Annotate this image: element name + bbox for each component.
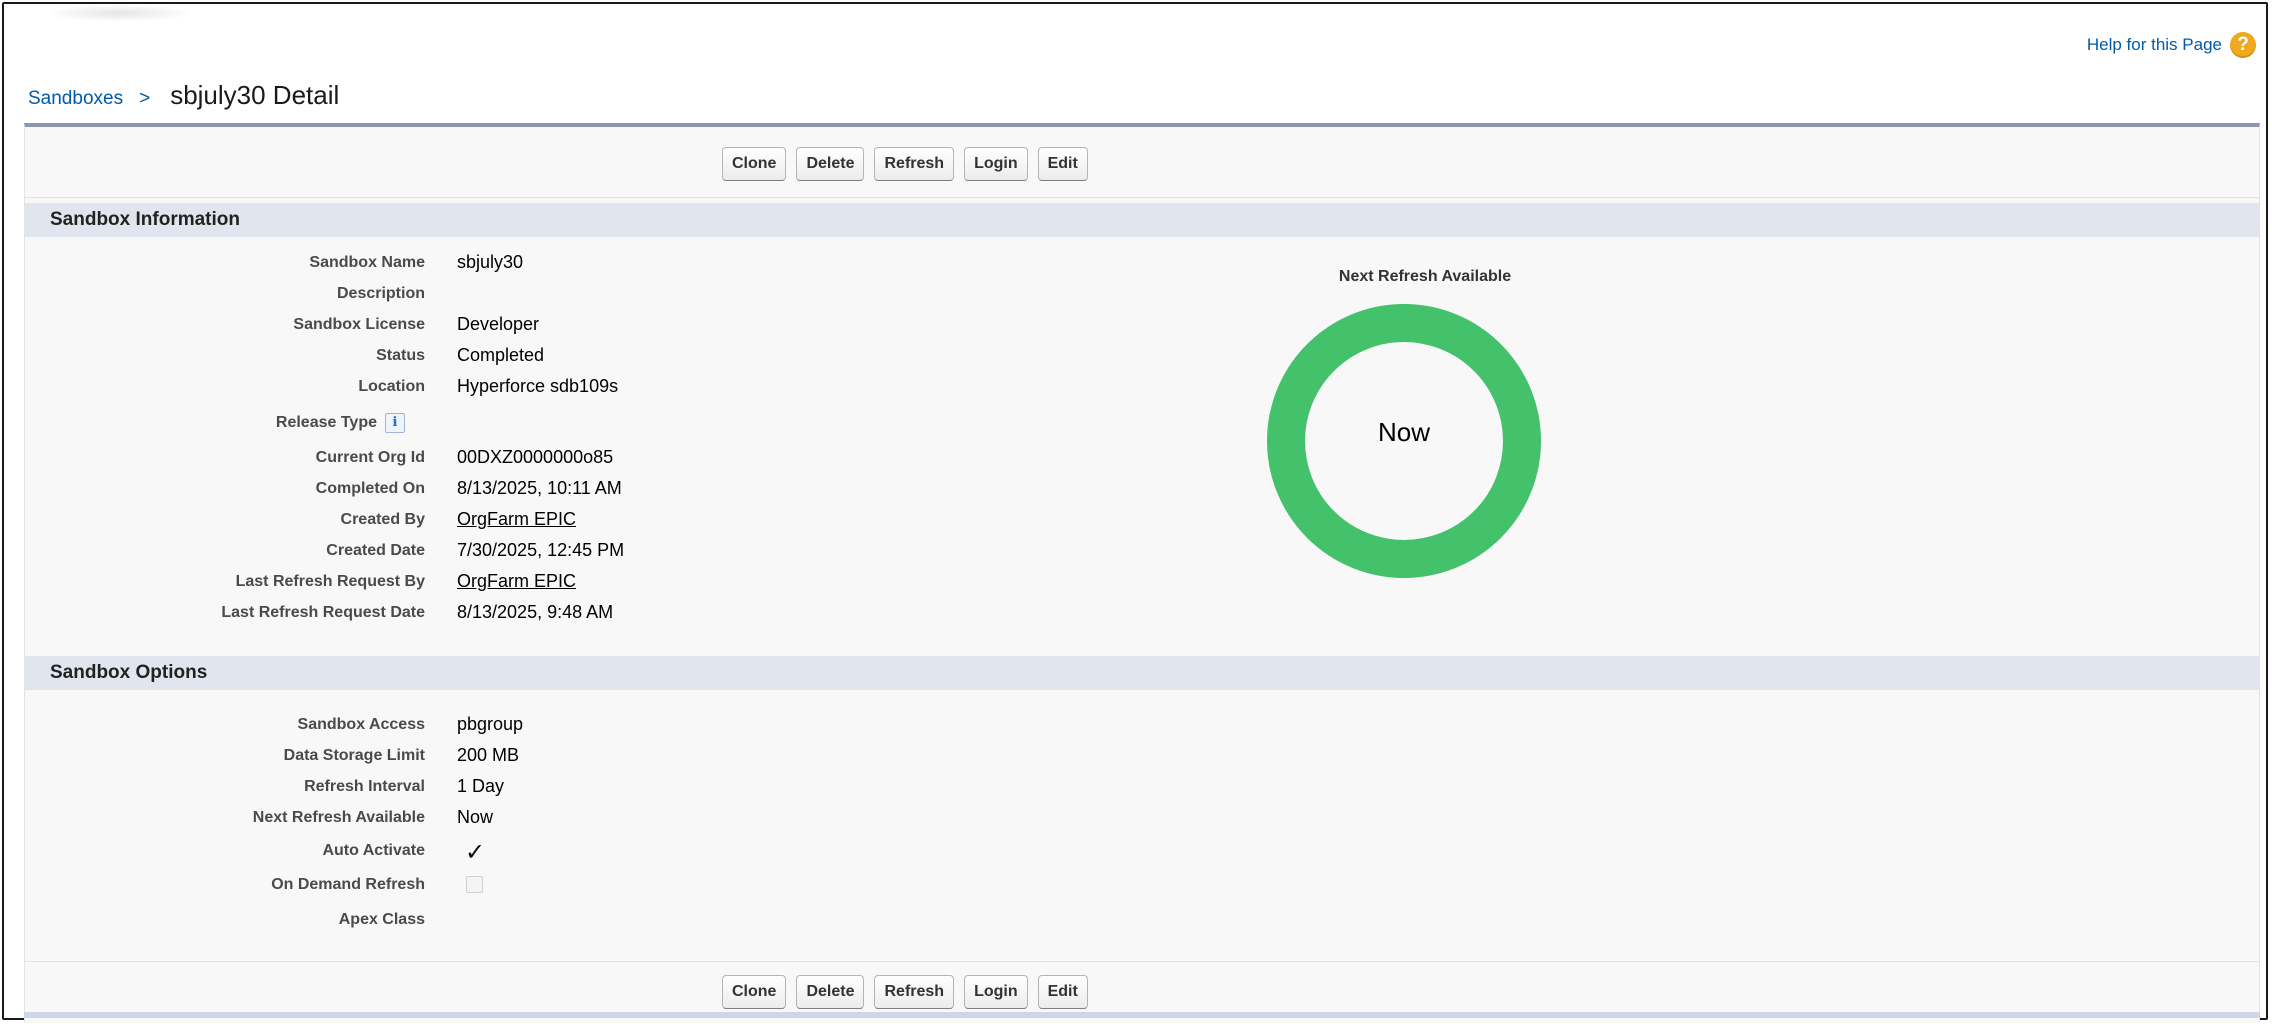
field-sandbox-access: Sandbox Access pbgroup	[25, 714, 925, 736]
field-label: On Demand Refresh	[271, 876, 425, 893]
clone-button[interactable]: Clone	[722, 975, 787, 1009]
login-button[interactable]: Login	[964, 147, 1028, 181]
breadcrumb-sandboxes-link[interactable]: Sandboxes	[28, 88, 123, 110]
refresh-button[interactable]: Refresh	[874, 975, 955, 1009]
field-label: Sandbox Name	[309, 254, 425, 271]
field-label: Description	[336, 285, 425, 302]
field-label: Next Refresh Available	[252, 809, 425, 826]
field-label: Status	[376, 347, 425, 364]
field-status: Status Completed	[25, 345, 925, 367]
breadcrumb-separator: >	[139, 88, 151, 109]
field-completed-on: Completed On 8/13/2025, 10:11 AM	[25, 478, 925, 500]
field-label: Completed On	[315, 480, 425, 497]
field-label: Sandbox Access	[297, 716, 425, 733]
field-apex-class: Apex Class	[25, 909, 925, 931]
field-current-org-id: Current Org Id 00DXZ0000000o85	[25, 447, 925, 469]
field-value: 200 MB	[457, 745, 520, 765]
created-by-user-link[interactable]: OrgFarm EPIC	[457, 509, 576, 530]
bottom-button-bar: Clone Delete Refresh Login Edit	[25, 961, 2259, 1032]
help-area: Help for this Page ?	[2087, 32, 2256, 58]
field-last-refresh-request-date: Last Refresh Request Date 8/13/2025, 9:4…	[25, 602, 925, 624]
field-label: Data Storage Limit	[283, 747, 425, 764]
last-refresh-user-link[interactable]: OrgFarm EPIC	[457, 571, 576, 592]
field-location: Location Hyperforce sdb109s	[25, 376, 925, 398]
field-label: Auto Activate	[322, 842, 425, 859]
login-button[interactable]: Login	[964, 975, 1028, 1009]
field-last-refresh-request-by: Last Refresh Request By OrgFarm EPIC	[25, 571, 925, 593]
top-button-bar: Clone Delete Refresh Login Edit	[25, 127, 2259, 198]
field-label: Apex Class	[338, 911, 425, 928]
delete-button[interactable]: Delete	[796, 147, 865, 181]
field-label: Created By	[340, 511, 425, 528]
panel-bottom-border	[24, 1012, 2260, 1018]
field-value: Developer	[457, 314, 540, 334]
field-label: Last Refresh Request Date	[221, 604, 425, 621]
field-auto-activate: Auto Activate ✓	[25, 839, 925, 866]
field-value: Now	[457, 807, 494, 827]
breadcrumb: Sandboxes > sbjuly30 Detail	[28, 80, 339, 111]
field-label: Current Org Id	[315, 449, 425, 466]
field-value: Hyperforce sdb109s	[457, 376, 619, 396]
field-value: 1 Day	[457, 776, 505, 796]
field-next-refresh-available: Next Refresh Available Now	[25, 807, 925, 829]
field-sandbox-license: Sandbox License Developer	[25, 314, 925, 336]
field-value: 8/13/2025, 10:11 AM	[457, 478, 622, 498]
next-refresh-title: Next Refresh Available	[1338, 268, 1512, 285]
checkmark-icon: ✓	[465, 839, 486, 866]
field-label: Last Refresh Request By	[235, 573, 425, 590]
field-label-wrap: Release Type i	[25, 413, 405, 433]
field-on-demand-refresh: On Demand Refresh	[25, 874, 925, 896]
edit-button[interactable]: Edit	[1037, 147, 1088, 181]
delete-button[interactable]: Delete	[796, 975, 865, 1009]
field-label: Created Date	[326, 542, 425, 559]
question-icon[interactable]: ?	[2230, 32, 2256, 58]
page-title: sbjuly30 Detail	[170, 80, 340, 110]
field-sandbox-name: Sandbox Name sbjuly30	[25, 252, 925, 274]
refresh-button[interactable]: Refresh	[874, 147, 955, 181]
field-label: Refresh Interval	[304, 778, 425, 795]
section-title: Sandbox Information	[50, 209, 240, 230]
field-value: pbgroup	[457, 714, 524, 734]
unchecked-checkbox	[466, 876, 483, 893]
field-data-storage-limit: Data Storage Limit 200 MB	[25, 745, 925, 767]
field-label: Location	[358, 378, 425, 395]
clone-button[interactable]: Clone	[722, 147, 787, 181]
field-label: Release Type	[275, 414, 377, 432]
field-refresh-interval: Refresh Interval 1 Day	[25, 776, 925, 798]
field-label: Sandbox License	[293, 316, 425, 333]
top-edge-shadow	[44, 4, 194, 22]
field-value: 7/30/2025, 12:45 PM	[457, 540, 625, 560]
field-created-by: Created By OrgFarm EPIC	[25, 509, 925, 531]
field-created-date: Created Date 7/30/2025, 12:45 PM	[25, 540, 925, 562]
field-value: 8/13/2025, 9:48 AM	[457, 602, 614, 622]
field-release-type: Release Type i	[25, 411, 925, 433]
help-link[interactable]: Help for this Page	[2087, 35, 2222, 55]
section-header-sandbox-options: Sandbox Options	[25, 656, 2259, 690]
donut-center-text: Now	[1377, 417, 1430, 447]
field-value: sbjuly30	[457, 252, 524, 272]
field-value: 00DXZ0000000o85	[457, 447, 614, 467]
detail-panel: Clone Delete Refresh Login Edit Sandbox …	[24, 123, 2260, 1023]
info-icon[interactable]: i	[385, 413, 405, 433]
section-header-sandbox-information: Sandbox Information	[25, 203, 2259, 237]
section-title: Sandbox Options	[50, 662, 208, 683]
field-description: Description	[25, 283, 925, 305]
edit-button[interactable]: Edit	[1037, 975, 1088, 1009]
field-value: Completed	[457, 345, 545, 365]
